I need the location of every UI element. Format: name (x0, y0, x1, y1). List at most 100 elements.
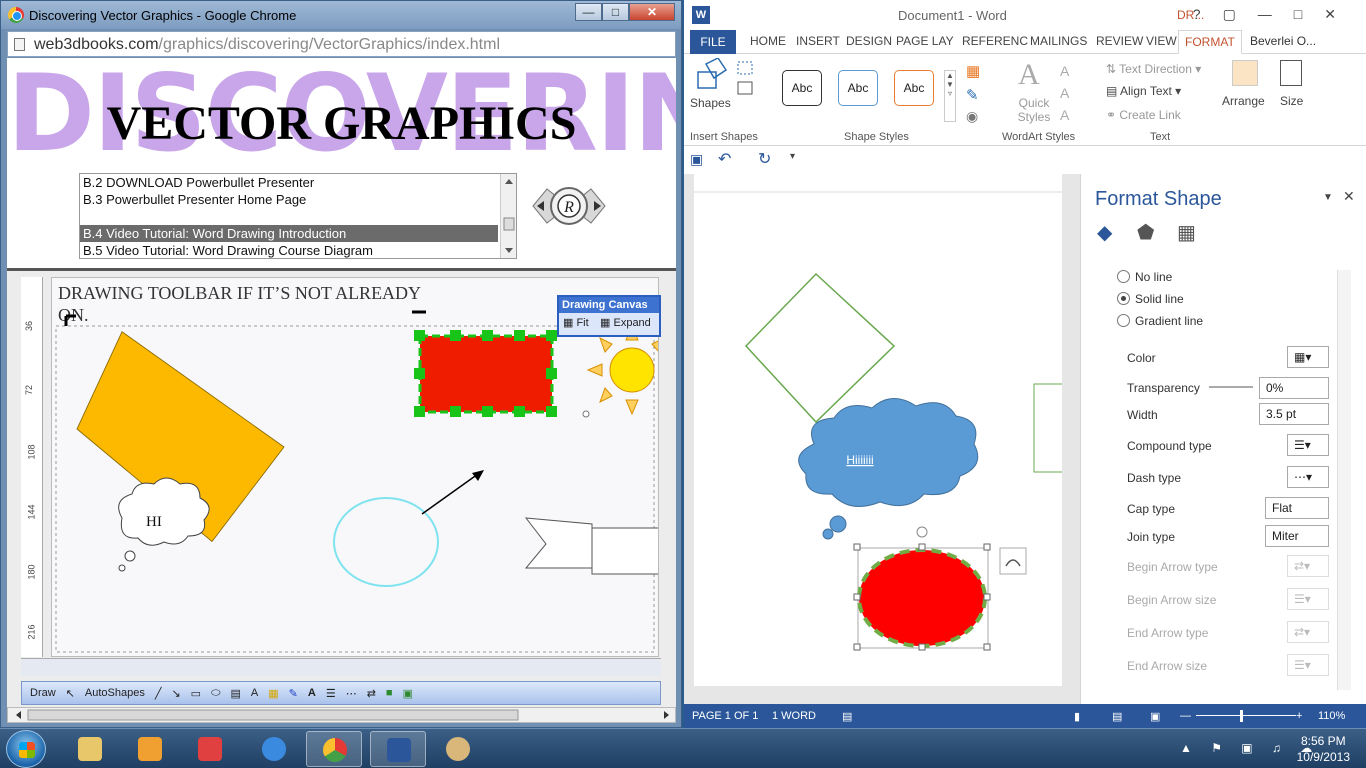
text-fill-icons[interactable]: AAA (1060, 60, 1069, 126)
zoom-in-icon[interactable]: + (1296, 710, 1302, 722)
textbox-icon[interactable]: ▤ (230, 687, 240, 700)
redo-icon[interactable]: ↻ (758, 149, 771, 169)
page-count[interactable]: PAGE 1 OF 1 (692, 710, 758, 722)
word-taskbar-item[interactable] (370, 731, 426, 767)
tab-references[interactable]: REFERENC (962, 34, 1028, 48)
list-scrollbar[interactable] (500, 174, 516, 258)
list-item[interactable]: B.3 Powerbullet Presenter Home Page (80, 191, 498, 208)
create-link-button[interactable]: ⚭ Create Link (1106, 108, 1181, 122)
horizontal-scrollbar[interactable] (7, 707, 676, 723)
width-input[interactable]: 3.5 pt (1259, 403, 1329, 425)
maximize-button[interactable]: □ (602, 3, 629, 21)
video-player[interactable]: 36 72 108 144 180 216 DRAWING TOOLBAR IF… (7, 268, 676, 708)
draw-menu[interactable]: Draw (30, 687, 56, 699)
shadow-icon[interactable]: ■ (386, 687, 393, 699)
shape-outline-icon[interactable]: ✎ (966, 86, 979, 104)
chrome-titlebar[interactable]: Discovering Vector Graphics - Google Chr… (1, 1, 681, 29)
address-bar[interactable]: web3dbooks.com/graphics/discovering/Vect… (7, 31, 676, 57)
tab-home[interactable]: HOME (750, 34, 786, 48)
fill-line-icon[interactable]: ◆ (1097, 220, 1112, 245)
list-item[interactable]: B.5 Video Tutorial: Word Drawing Course … (80, 242, 498, 258)
color-picker[interactable]: ▦▾ (1287, 346, 1329, 368)
tab-page-layout[interactable]: PAGE LAY (896, 34, 954, 48)
proofing-icon[interactable]: ▤ (842, 710, 852, 723)
compound-type-dropdown[interactable]: ☰▾ (1287, 434, 1329, 456)
tab-mailings[interactable]: MAILINGS (1030, 34, 1087, 48)
clock[interactable]: 8:56 PM 10/9/2013 (1297, 733, 1350, 765)
print-layout-icon[interactable]: ▤ (1112, 710, 1122, 723)
begin-arrow-type-dropdown[interactable]: ⇄▾ (1287, 555, 1329, 577)
gradient-line-radio[interactable] (1117, 314, 1130, 327)
transparency-slider[interactable] (1209, 386, 1253, 388)
join-type-dropdown[interactable]: Miter (1265, 525, 1329, 547)
fit-button[interactable]: ▦ Fit (559, 313, 593, 332)
user-account[interactable]: Beverlei O... (1250, 34, 1316, 48)
arrange-button[interactable]: Arrange (1222, 94, 1265, 108)
web-layout-icon[interactable]: ▣ (1150, 710, 1160, 723)
list-item[interactable]: B.2 DOWNLOAD Powerbullet Presenter (80, 174, 498, 191)
quick-styles-icon[interactable]: A (1018, 58, 1040, 92)
tab-review[interactable]: REVIEW (1096, 34, 1143, 48)
document-page[interactable]: Hiiiiiii (694, 174, 1062, 686)
tab-insert[interactable]: INSERT (796, 34, 840, 48)
toolbox-taskbar-item[interactable] (182, 731, 238, 767)
dash-style-icon[interactable]: ⋯ (346, 687, 357, 700)
save-icon[interactable]: ▣ (690, 151, 703, 168)
end-arrow-size-dropdown[interactable]: ☰▾ (1287, 654, 1329, 676)
shapes-button[interactable]: Shapes (690, 96, 731, 110)
close-button[interactable]: ✕ (629, 3, 675, 21)
no-line-radio[interactable] (1117, 270, 1130, 283)
arrange-icon[interactable] (1232, 60, 1258, 86)
arrow-style-icon[interactable]: ⇄ (367, 687, 376, 700)
pane-close-icon[interactable]: ✕ (1343, 188, 1355, 205)
url-text[interactable]: web3dbooks.com/graphics/discovering/Vect… (34, 36, 500, 54)
text-direction-button[interactable]: ⇅ Text Direction ▾ (1106, 62, 1201, 76)
font-color-icon[interactable]: A (308, 687, 316, 699)
select-arrow-icon[interactable]: ↖ (66, 687, 75, 700)
quick-styles-button[interactable]: Quick Styles (1014, 96, 1054, 124)
tab-design[interactable]: DESIGN (846, 34, 892, 48)
media-player-taskbar-item[interactable] (122, 731, 178, 767)
expand-button[interactable]: ▦ Expand (596, 313, 655, 332)
word-titlebar[interactable]: W Document1 - Word DR... ?▢—□✕ (684, 0, 1366, 30)
word-window-controls[interactable]: ?▢—□✕ (1193, 6, 1358, 23)
customize-qat-icon[interactable]: ▾ (790, 151, 795, 162)
chapter-list[interactable]: B.2 DOWNLOAD Powerbullet Presenter B.3 P… (79, 173, 517, 259)
3d-icon[interactable]: ▣ (403, 687, 413, 700)
oval-icon[interactable]: ⬭ (211, 687, 220, 700)
shape-style-blue[interactable]: Abc (838, 70, 878, 106)
read-mode-icon[interactable]: ▮ (1074, 710, 1080, 723)
line-style-icon[interactable]: ☰ (326, 687, 336, 700)
shape-effects-icon[interactable]: ◉ (966, 108, 978, 125)
line-icon[interactable]: ╱ (155, 687, 162, 700)
tab-file[interactable]: FILE (690, 30, 736, 54)
layout-properties-icon[interactable]: ▦ (1177, 220, 1196, 245)
word-count[interactable]: 1 WORD (772, 710, 816, 722)
chrome-taskbar-item[interactable] (306, 731, 362, 767)
tab-view[interactable]: VIEW (1146, 34, 1177, 48)
minimize-button[interactable]: — (575, 3, 602, 21)
undo-icon[interactable]: ↶ (718, 149, 731, 169)
wordart-icon[interactable]: A (251, 687, 258, 699)
zoom-slider[interactable] (1196, 715, 1296, 716)
size-icon[interactable] (1280, 60, 1302, 86)
solid-line-radio[interactable] (1117, 292, 1130, 305)
explorer-taskbar-item[interactable] (62, 731, 118, 767)
zoom-level[interactable]: 110% (1318, 710, 1345, 722)
size-button[interactable]: Size (1280, 94, 1303, 108)
zoom-out-icon[interactable]: — (1180, 710, 1191, 722)
transparency-input[interactable]: 0% (1259, 377, 1329, 399)
autoshapes-menu[interactable]: AutoShapes (85, 687, 145, 699)
pane-options-icon[interactable]: ▼ (1323, 192, 1333, 203)
nav-arrows-icon[interactable]: R (529, 183, 609, 229)
ie-taskbar-item[interactable] (246, 731, 302, 767)
line-color-icon[interactable]: ✎ (289, 687, 298, 700)
start-button[interactable] (6, 730, 46, 768)
shape-fill-icon[interactable]: ▦ (966, 62, 980, 80)
effects-icon[interactable]: ⬟ (1137, 220, 1154, 245)
fill-color-icon[interactable]: ▦ (268, 687, 278, 700)
shape-style-dark[interactable]: Abc (782, 70, 822, 106)
shape-styles-scroll[interactable]: ▲ ▼ ▿ (944, 70, 956, 122)
format-pane-scrollbar[interactable] (1337, 270, 1351, 690)
align-text-button[interactable]: ▤ Align Text ▾ (1106, 84, 1181, 98)
